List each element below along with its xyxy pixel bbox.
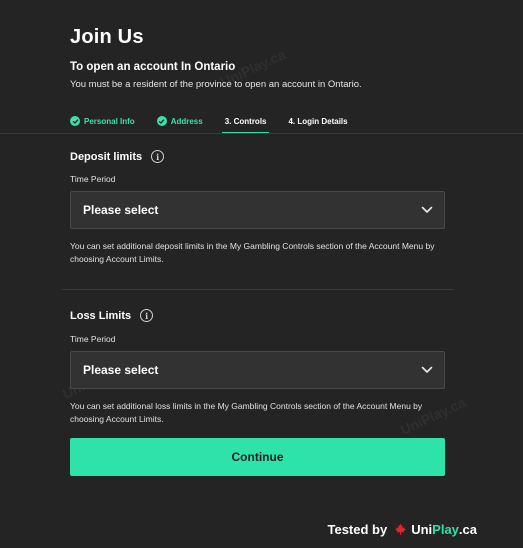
brand-play: Play: [432, 522, 459, 537]
step-progress: Personal Info Address 3. Controls 4. Log…: [70, 113, 370, 135]
loss-limits-heading: Loss Limits i: [70, 309, 154, 322]
deposit-helper-text: You can set additional deposit limits in…: [70, 241, 435, 264]
step-controls[interactable]: 3. Controls: [221, 113, 270, 134]
deposit-limits-title: Deposit limits: [70, 150, 143, 163]
check-circle-icon: [156, 116, 167, 126]
chevron-down-icon: [421, 366, 433, 374]
brand-tld: .ca: [458, 522, 477, 537]
header-divider: [0, 133, 523, 134]
residency-note: You must be a resident of the province t…: [70, 79, 362, 90]
tested-by-label: Tested by: [327, 522, 388, 537]
loss-select-value: Please select: [83, 363, 159, 377]
page-title: Join Us: [70, 26, 144, 48]
step-label: Personal Info: [84, 116, 135, 126]
maple-leaf-icon: [395, 523, 407, 536]
info-icon[interactable]: i: [140, 309, 154, 322]
page-subtitle: To open an account In Ontario: [70, 61, 236, 73]
step-address[interactable]: Address: [156, 113, 203, 129]
loss-helper-text: You can set additional loss limits in th…: [70, 401, 423, 424]
step-login-details[interactable]: 4. Login Details: [288, 113, 347, 129]
loss-limits-title: Loss Limits: [70, 309, 132, 322]
step-label: Address: [170, 116, 203, 126]
loss-time-period-select[interactable]: Please select: [70, 351, 445, 389]
step-label: 4. Login Details: [288, 116, 348, 126]
deposit-limits-heading: Deposit limits i: [70, 150, 165, 163]
deposit-time-period-select[interactable]: Please select: [70, 191, 445, 229]
deposit-select-value: Please select: [83, 203, 159, 217]
join-us-page: UniPlay.ca UniPlay.ca UniPlay.ca Join Us…: [0, 0, 523, 548]
info-icon[interactable]: i: [151, 150, 165, 163]
check-circle-icon: [70, 116, 80, 126]
chevron-down-icon: [421, 206, 433, 214]
loss-time-period-label: Time Period: [70, 334, 116, 344]
tested-by-badge: Tested by Uni Play .ca: [328, 522, 478, 537]
deposit-time-period-label: Time Period: [70, 174, 116, 184]
step-label: 3. Controls: [224, 116, 267, 126]
step-personal-info[interactable]: Personal Info: [70, 113, 135, 129]
section-divider: [62, 289, 453, 290]
continue-button[interactable]: Continue: [70, 438, 445, 476]
brand-uni: Uni: [411, 522, 433, 537]
